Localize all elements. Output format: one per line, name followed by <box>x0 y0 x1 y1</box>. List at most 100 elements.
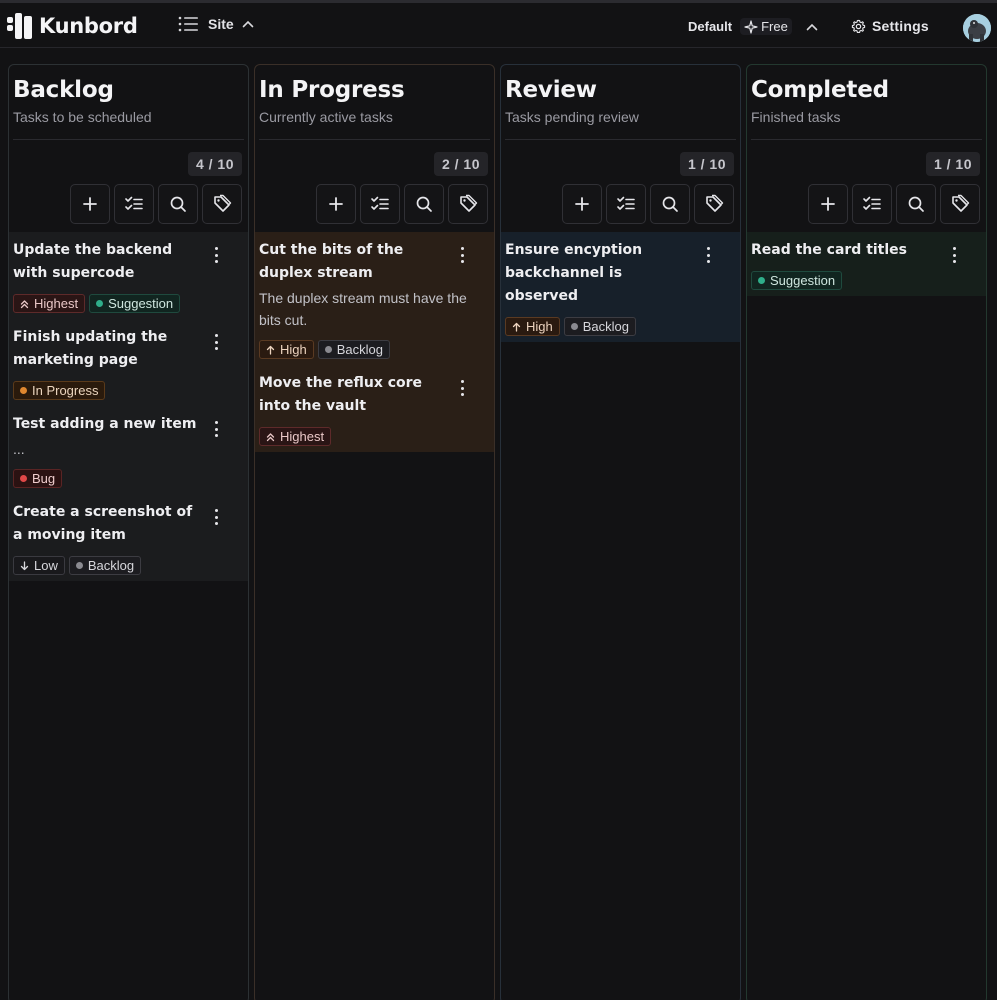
tag-button[interactable] <box>694 184 734 224</box>
card-tags: In Progress <box>13 381 244 400</box>
card-count-badge: 1 / 10 <box>679 152 734 176</box>
avatar[interactable] <box>963 14 991 42</box>
tag-high[interactable]: High <box>505 317 560 336</box>
plus-icon <box>327 195 345 213</box>
menu-list-icon <box>178 16 200 32</box>
logo-icon <box>7 13 33 39</box>
checklist-button[interactable] <box>852 184 892 224</box>
checklist-button[interactable] <box>606 184 646 224</box>
card-title: Cut the bits of the duplex stream <box>259 242 404 281</box>
card-menu-button[interactable] <box>210 506 222 528</box>
plus-button[interactable] <box>808 184 848 224</box>
settings-button[interactable]: Settings <box>851 18 929 34</box>
divider <box>751 139 982 140</box>
search-button[interactable] <box>650 184 690 224</box>
column-header: In Progress Currently active tasks <box>255 65 494 125</box>
status-dot-icon <box>75 562 83 569</box>
tag-high[interactable]: High <box>259 340 314 359</box>
card-list: Cut the bits of the duplex stream The dup… <box>255 232 494 452</box>
tag-suggestion[interactable]: Suggestion <box>89 294 181 313</box>
task-card[interactable]: Move the reflux core into the vault Highe… <box>255 365 494 452</box>
card-list: Read the card titles Suggestion <box>747 232 986 296</box>
tag-label: In Progress <box>32 383 99 398</box>
site-menu-button[interactable]: Site <box>178 16 254 32</box>
tag-label: Highest <box>280 429 325 444</box>
card-menu-button[interactable] <box>948 244 960 266</box>
plus-button[interactable] <box>316 184 356 224</box>
plan-label: Default <box>688 19 733 34</box>
plan-tier-label: Free <box>761 19 788 34</box>
status-dot-icon <box>20 387 27 394</box>
tag-highest[interactable]: Highest <box>13 294 86 313</box>
tag-highest[interactable]: Highest <box>259 427 332 446</box>
plus-button[interactable] <box>562 184 602 224</box>
card-title: Update the backend with supercode <box>13 242 173 281</box>
column-header: Review Tasks pending review <box>501 65 740 125</box>
search-button[interactable] <box>404 184 444 224</box>
tag-bug[interactable]: Bug <box>13 469 63 488</box>
tag-in-progress[interactable]: In Progress <box>13 381 106 400</box>
card-title: Test adding a new item <box>13 416 197 432</box>
tag-backlog[interactable]: Backlog <box>563 317 636 336</box>
card-tags: Highest Suggestion <box>13 294 244 313</box>
plan-switcher[interactable]: Default Free <box>688 18 818 35</box>
checklist-icon <box>616 195 636 213</box>
search-icon <box>169 195 187 213</box>
checklist-icon <box>124 195 144 213</box>
card-menu-button[interactable] <box>702 244 714 266</box>
settings-label: Settings <box>872 18 929 34</box>
search-button[interactable] <box>896 184 936 224</box>
card-menu-button[interactable] <box>210 244 222 266</box>
tag-backlog[interactable]: Backlog <box>68 556 142 575</box>
column-title: Completed <box>751 77 889 103</box>
task-card[interactable]: Test adding a new item... Bug <box>9 406 248 494</box>
checklist-button[interactable] <box>360 184 400 224</box>
task-card[interactable]: Update the backend with supercode Highest… <box>9 232 248 319</box>
search-button[interactable] <box>158 184 198 224</box>
checklist-button[interactable] <box>114 184 154 224</box>
logo[interactable]: Kunbord <box>7 13 138 39</box>
tag-icon <box>212 194 232 214</box>
tag-low[interactable]: Low <box>13 556 65 575</box>
card-title: Finish updating the marketing page <box>13 329 168 368</box>
card-menu-button[interactable] <box>456 244 468 266</box>
tag-suggestion[interactable]: Suggestion <box>751 271 843 290</box>
task-card[interactable]: Ensure encyption backchannel is observed… <box>501 232 740 342</box>
divider <box>13 139 244 140</box>
plus-button[interactable] <box>70 184 110 224</box>
tag-backlog[interactable]: Backlog <box>317 340 390 359</box>
tag-button[interactable] <box>202 184 242 224</box>
status-dot-icon <box>570 323 578 330</box>
status-dot-icon <box>324 346 332 353</box>
task-card[interactable]: Cut the bits of the duplex stream The dup… <box>255 232 494 365</box>
card-tags: Suggestion <box>751 271 982 290</box>
column-toolbar <box>562 184 734 224</box>
task-card[interactable]: Create a screenshot of a moving item Low B… <box>9 494 248 581</box>
card-count-badge: 4 / 10 <box>187 152 242 176</box>
card-menu-button[interactable] <box>210 418 222 440</box>
task-card[interactable]: Finish updating the marketing page In Pro… <box>9 319 248 406</box>
tag-button[interactable] <box>940 184 980 224</box>
card-menu-button[interactable] <box>210 331 222 353</box>
arrow-down-icon <box>20 560 29 571</box>
site-label: Site <box>208 16 234 32</box>
tag-label: Backlog <box>336 342 383 357</box>
tag-icon <box>704 194 724 214</box>
card-menu-button[interactable] <box>456 377 468 399</box>
tag-label: Suggestion <box>108 296 174 311</box>
card-title: Move the reflux core into the vault <box>259 375 423 414</box>
column-in-progress: In Progress Currently active tasks 2 / 10 C… <box>254 64 495 1000</box>
tag-label: High <box>526 319 553 334</box>
card-list: Ensure encyption backchannel is observed… <box>501 232 740 342</box>
card-tags: High Backlog <box>259 340 490 359</box>
task-card[interactable]: Read the card titles Suggestion <box>747 232 986 296</box>
plus-icon <box>819 195 837 213</box>
status-dot-icon <box>96 300 104 307</box>
tag-label: Bug <box>32 471 56 486</box>
tag-button[interactable] <box>448 184 488 224</box>
column-title: Review <box>505 77 597 103</box>
column-subtitle: Finished tasks <box>751 109 841 125</box>
divider <box>259 139 490 140</box>
card-title: Read the card titles <box>751 242 908 258</box>
arrow-up-icon <box>266 345 275 355</box>
